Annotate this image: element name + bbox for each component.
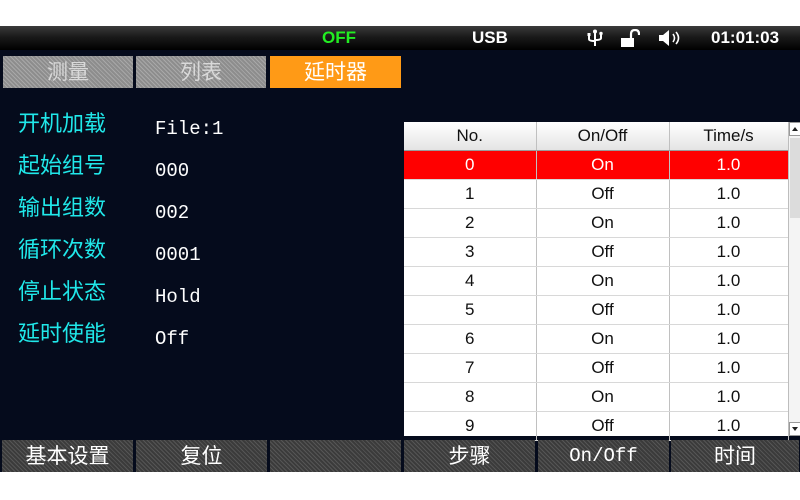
cell-time[interactable]: 1.0 bbox=[669, 150, 789, 180]
table-scrollbar[interactable] bbox=[788, 122, 800, 436]
cell-time[interactable]: 1.0 bbox=[669, 382, 789, 412]
setting-label-cycle-count: 循环次数 bbox=[18, 238, 107, 263]
tab-delayer[interactable]: 延时器 bbox=[270, 56, 401, 88]
scroll-down-arrow-icon[interactable] bbox=[789, 422, 800, 436]
setting-label-stop-state: 停止状态 bbox=[18, 280, 107, 305]
cell-no[interactable]: 7 bbox=[404, 353, 537, 383]
softkey-basic-settings[interactable]: 基本设置 bbox=[2, 440, 133, 472]
cell-on-off[interactable]: Off bbox=[536, 295, 670, 325]
column-header-on-off: On/Off bbox=[536, 122, 670, 151]
cell-time[interactable]: 1.0 bbox=[669, 295, 789, 325]
usb-icon bbox=[587, 29, 603, 46]
cell-no[interactable]: 2 bbox=[404, 208, 537, 238]
table-row[interactable]: 6 On 1.0 bbox=[404, 324, 789, 354]
cell-no[interactable]: 9 bbox=[404, 411, 537, 441]
table-row[interactable]: 9 Off 1.0 bbox=[404, 411, 789, 441]
softkey-time[interactable]: 时间 bbox=[671, 440, 799, 472]
setting-value-power-on-load[interactable]: File:1 bbox=[155, 114, 223, 144]
setting-label-power-on-load: 开机加载 bbox=[18, 112, 107, 137]
output-state: OFF bbox=[322, 28, 356, 47]
table-row[interactable]: 2 On 1.0 bbox=[404, 208, 789, 238]
cell-time[interactable]: 1.0 bbox=[669, 237, 789, 267]
cell-on-off[interactable]: On bbox=[536, 382, 670, 412]
column-header-time: Time/s bbox=[669, 122, 789, 151]
instrument-screen: OFF USB 01:01:03 测量 列表 延时器 开机加载 File:1 起… bbox=[0, 26, 800, 472]
cell-no[interactable]: 8 bbox=[404, 382, 537, 412]
column-header-no: No. bbox=[404, 122, 537, 151]
delay-table: No. On/Off Time/s 0 On 1.0 1 Off 1.0 2 On 1.0 3 Of… bbox=[404, 122, 789, 441]
table-row[interactable]: 3 Off 1.0 bbox=[404, 237, 789, 267]
softkey-reset[interactable]: 复位 bbox=[136, 440, 267, 472]
clock: 01:01:03 bbox=[711, 28, 780, 47]
table-row[interactable]: 4 On 1.0 bbox=[404, 266, 789, 296]
setting-label-output-groups: 输出组数 bbox=[18, 196, 107, 221]
cell-time[interactable]: 1.0 bbox=[669, 353, 789, 383]
table-row[interactable]: 7 Off 1.0 bbox=[404, 353, 789, 383]
setting-value-output-groups[interactable]: 002 bbox=[155, 198, 189, 228]
setting-value-delay-enable[interactable]: Off bbox=[155, 324, 189, 354]
unlock-icon bbox=[621, 29, 640, 47]
cell-on-off[interactable]: Off bbox=[536, 179, 670, 209]
cell-on-off[interactable]: Off bbox=[536, 353, 670, 383]
cell-no[interactable]: 6 bbox=[404, 324, 537, 354]
cell-no[interactable]: 0 bbox=[404, 150, 537, 180]
setting-value-start-group[interactable]: 000 bbox=[155, 156, 189, 186]
cell-on-off[interactable]: Off bbox=[536, 411, 670, 441]
cell-time[interactable]: 1.0 bbox=[669, 324, 789, 354]
cell-on-off[interactable]: On bbox=[536, 208, 670, 238]
cell-time[interactable]: 1.0 bbox=[669, 411, 789, 441]
softkey-step[interactable]: 步骤 bbox=[404, 440, 535, 472]
cell-no[interactable]: 5 bbox=[404, 295, 537, 325]
cell-time[interactable]: 1.0 bbox=[669, 266, 789, 296]
status-bar: OFF USB 01:01:03 bbox=[0, 26, 800, 50]
softkey-on-off[interactable]: On/Off bbox=[538, 440, 669, 472]
table-row[interactable]: 0 On 1.0 bbox=[404, 150, 789, 180]
scroll-up-arrow-icon[interactable] bbox=[789, 122, 800, 136]
tab-list[interactable]: 列表 bbox=[136, 56, 266, 88]
setting-value-cycle-count[interactable]: 0001 bbox=[155, 240, 201, 270]
cell-time[interactable]: 1.0 bbox=[669, 179, 789, 209]
table-header-row: No. On/Off Time/s bbox=[404, 122, 789, 151]
speaker-icon bbox=[659, 30, 680, 46]
cell-no[interactable]: 4 bbox=[404, 266, 537, 296]
cell-on-off[interactable]: On bbox=[536, 324, 670, 354]
cell-no[interactable]: 1 bbox=[404, 179, 537, 209]
setting-label-start-group: 起始组号 bbox=[18, 154, 107, 179]
setting-value-stop-state[interactable]: Hold bbox=[155, 282, 201, 312]
table-row[interactable]: 5 Off 1.0 bbox=[404, 295, 789, 325]
tab-measure[interactable]: 测量 bbox=[3, 56, 133, 88]
cell-on-off[interactable]: Off bbox=[536, 237, 670, 267]
interface-label: USB bbox=[472, 28, 508, 47]
cell-time[interactable]: 1.0 bbox=[669, 208, 789, 238]
softkey-blank[interactable] bbox=[270, 440, 401, 472]
cell-on-off[interactable]: On bbox=[536, 266, 670, 296]
scrollbar-thumb[interactable] bbox=[790, 138, 800, 218]
cell-on-off[interactable]: On bbox=[536, 150, 670, 180]
setting-label-delay-enable: 延时使能 bbox=[18, 322, 107, 347]
table-row[interactable]: 8 On 1.0 bbox=[404, 382, 789, 412]
cell-no[interactable]: 3 bbox=[404, 237, 537, 267]
table-row[interactable]: 1 Off 1.0 bbox=[404, 179, 789, 209]
